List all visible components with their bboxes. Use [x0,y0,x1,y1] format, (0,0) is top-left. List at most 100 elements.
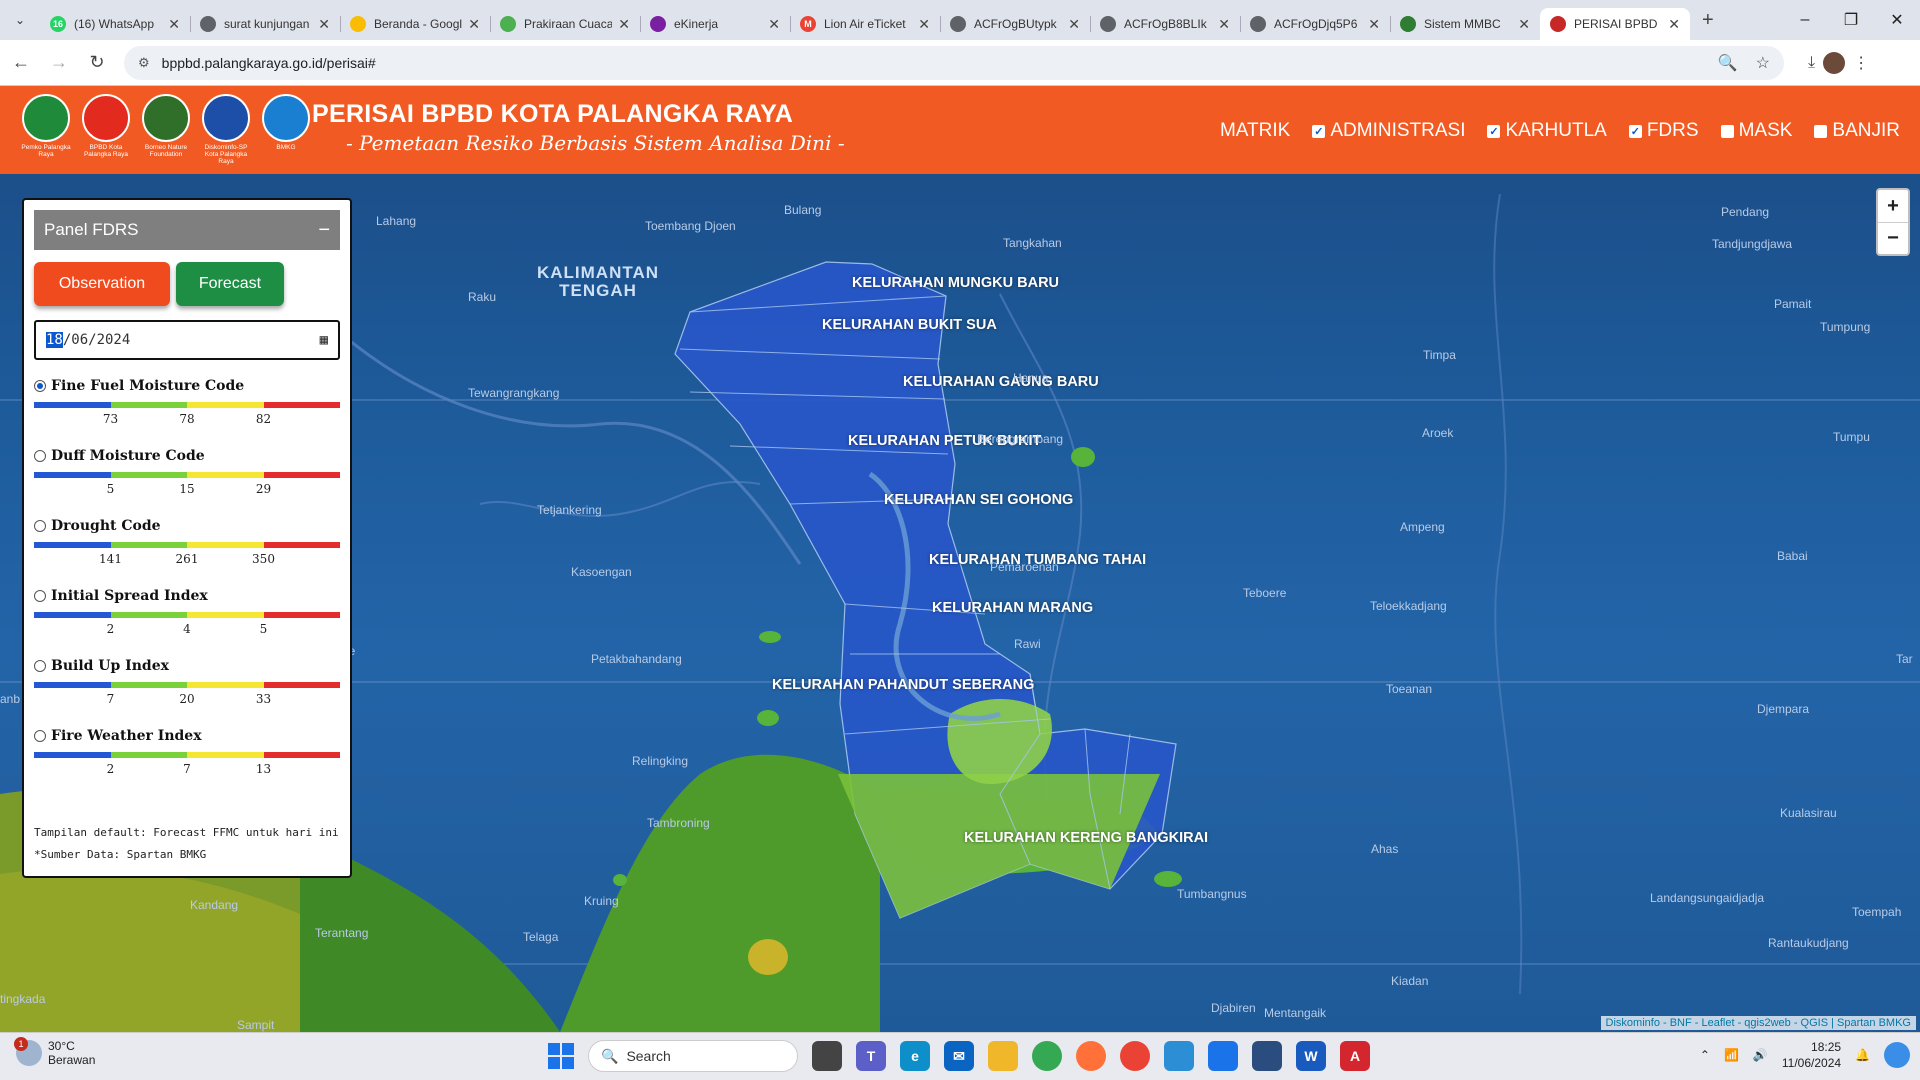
acrobat-icon[interactable]: A [1340,1041,1370,1071]
firefox-icon[interactable] [1076,1041,1106,1071]
browser-tab[interactable]: ACFrOgB8BLIk ✕ [1090,8,1240,40]
kelurahan-label[interactable]: KELURAHAN SEI GOHONG [884,492,1073,508]
zoom-icon[interactable]: 🔍 [1718,53,1738,73]
clock[interactable]: 18:25 11/06/2024 [1782,1039,1841,1071]
photos-icon[interactable] [1208,1041,1238,1071]
layer-checkbox[interactable]: ✓ [1312,124,1326,138]
browser-menu-icon[interactable]: ⋮ [1853,53,1869,73]
browser-tab[interactable]: ACFrOgBUtypk ✕ [940,8,1090,40]
forward-icon[interactable]: → [42,46,76,80]
date-input[interactable]: 18/06/2024 ▦ [34,320,340,360]
tab-close-icon[interactable]: ✕ [1068,16,1080,33]
browser-tab[interactable]: PERISAI BPBD ✕ [1540,8,1690,40]
tab-close-icon[interactable]: ✕ [768,16,780,33]
browser-tab[interactable]: Beranda - Google ✕ [340,8,490,40]
nav-item-fdrs[interactable]: ✓ FDRS [1628,120,1699,142]
close-window-icon[interactable]: ✕ [1874,0,1920,40]
index-radio[interactable] [34,450,46,462]
browser-tab[interactable]: 16 (16) WhatsApp ✕ [40,8,190,40]
taskbar-search[interactable]: 🔍 Search [588,1040,798,1072]
back-icon[interactable]: ← [4,46,38,80]
forecast-button[interactable]: Forecast [176,262,284,306]
fdrs-index-option[interactable]: Build Up Index 7 20 33 [34,658,340,728]
weather-widget[interactable]: 1 30°C Berawan [14,1037,95,1067]
tab-search-icon[interactable]: ⌄ [8,8,32,32]
nav-item-banjir[interactable]: BANJIR [1814,120,1900,142]
tab-close-icon[interactable]: ✕ [468,16,480,33]
reload-icon[interactable]: ↻ [80,46,114,80]
browser-tab[interactable]: surat kunjungan ✕ [190,8,340,40]
fdrs-index-option[interactable]: Initial Spread Index 2 4 5 [34,588,340,658]
fdrs-index-option[interactable]: Drought Code 141 261 350 [34,518,340,588]
kelurahan-label[interactable]: KELURAHAN GAUNG BARU [903,374,1099,390]
index-radio[interactable] [34,660,46,672]
date-rest-segment[interactable]: /06/2024 [63,332,130,348]
nav-item-mask[interactable]: MASK [1720,120,1792,142]
tab-close-icon[interactable]: ✕ [618,16,630,33]
tray-overflow-icon[interactable]: ⌃ [1700,1048,1710,1062]
start-button[interactable] [548,1043,574,1069]
tab-close-icon[interactable]: ✕ [918,16,930,33]
kelurahan-label[interactable]: KELURAHAN BUKIT SUA [822,317,997,333]
minimize-window-icon[interactable]: – [1782,0,1828,40]
layer-checkbox[interactable] [1814,124,1828,138]
word-icon[interactable]: W [1296,1041,1326,1071]
network-app-icon[interactable] [1164,1041,1194,1071]
calendar-icon[interactable]: ▦ [320,332,328,348]
index-radio[interactable] [34,730,46,742]
tab-close-icon[interactable]: ✕ [1668,16,1680,33]
panel-minimize-button[interactable]: − [318,219,330,242]
kelurahan-label[interactable]: KELURAHAN PAHANDUT SEBERANG [772,677,1034,693]
profile-avatar[interactable] [1823,51,1846,74]
volume-icon[interactable]: 🔊 [1753,1048,1768,1062]
mail-icon[interactable]: ✉ [944,1041,974,1071]
browser-tab[interactable]: eKinerja ✕ [640,8,790,40]
teams-icon[interactable]: T [856,1041,886,1071]
layer-checkbox[interactable] [1720,124,1734,138]
edge-icon[interactable]: e [900,1041,930,1071]
chrome-icon[interactable] [1032,1041,1062,1071]
downloads-icon[interactable]: ⤓ [1808,54,1815,72]
bookmark-star-icon[interactable]: ☆ [1756,53,1770,73]
wifi-icon[interactable]: 📶 [1724,1048,1739,1062]
layer-checkbox[interactable]: ✓ [1487,124,1501,138]
kelurahan-label[interactable]: KELURAHAN MUNGKU BARU [852,275,1059,291]
browser-tab[interactable]: Sistem MMBC ✕ [1390,8,1540,40]
site-info-icon[interactable]: ⚙ [138,55,150,71]
browser-tab[interactable]: M Lion Air eTicket ✕ [790,8,940,40]
tab-close-icon[interactable]: ✕ [1218,16,1230,33]
partner-logo-caption: Borneo Nature Foundation [144,144,188,158]
index-radio[interactable] [34,380,46,392]
date-day-segment[interactable]: 18 [46,332,63,348]
map-attribution[interactable]: Diskominfo - BNF - Leaflet - qgis2web - … [1600,1016,1916,1030]
zoom-out-button[interactable]: − [1878,222,1908,254]
index-radio[interactable] [34,590,46,602]
browser-tab[interactable]: ACFrOgDjq5P6 ✕ [1240,8,1390,40]
kelurahan-label[interactable]: KELURAHAN MARANG [932,600,1093,616]
fdrs-index-option[interactable]: Duff Moisture Code 5 15 29 [34,448,340,518]
browser-tab[interactable]: Prakiraan Cuaca ✕ [490,8,640,40]
nav-item-matrik[interactable]: MATRIK [1220,120,1290,142]
tab-close-icon[interactable]: ✕ [1368,16,1380,33]
copilot-icon[interactable] [1884,1042,1910,1068]
observation-button[interactable]: Observation [34,262,170,306]
kelurahan-label[interactable]: KELURAHAN KERENG BANGKIRAI [964,830,1208,846]
tab-close-icon[interactable]: ✕ [1518,16,1530,33]
calculator-icon[interactable] [1252,1041,1282,1071]
zoom-in-button[interactable]: + [1878,190,1908,222]
tab-close-icon[interactable]: ✕ [168,16,180,33]
file-explorer-icon[interactable] [988,1041,1018,1071]
nav-item-karhutla[interactable]: ✓ KARHUTLA [1487,120,1607,142]
fdrs-index-option[interactable]: Fine Fuel Moisture Code 73 78 82 [34,378,340,448]
task-view-icon[interactable] [812,1041,842,1071]
layer-checkbox[interactable]: ✓ [1628,124,1642,138]
notification-bell-icon[interactable]: 🔔 [1855,1048,1870,1062]
index-radio[interactable] [34,520,46,532]
fdrs-index-option[interactable]: Fire Weather Index 2 7 13 [34,728,340,798]
new-tab-icon[interactable]: + [1702,9,1714,32]
address-bar[interactable]: ⚙ bppbd.palangkaraya.go.id/perisai# 🔍 ☆ [124,45,1784,80]
tab-close-icon[interactable]: ✕ [318,16,330,33]
nav-item-administrasi[interactable]: ✓ ADMINISTRASI [1312,120,1465,142]
restore-window-icon[interactable]: ❐ [1828,0,1874,40]
chrome-profile-icon[interactable] [1120,1041,1150,1071]
